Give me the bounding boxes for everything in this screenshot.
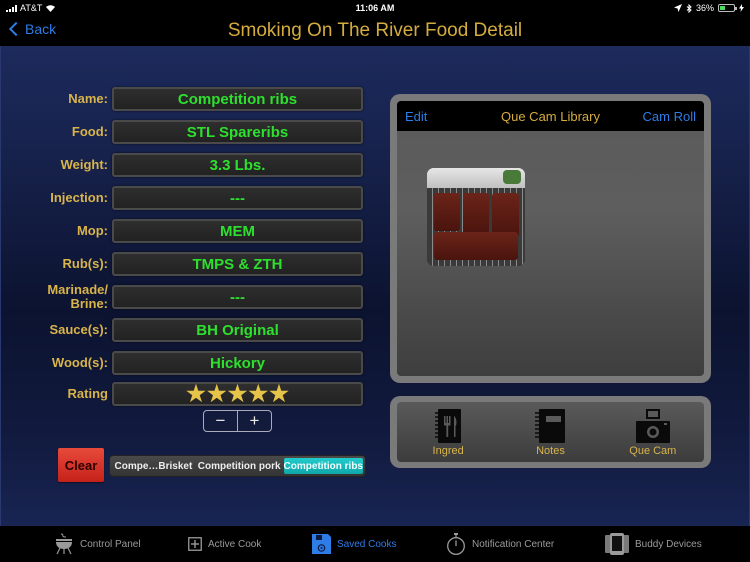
- star-filled-icon: ★: [269, 381, 289, 406]
- star-filled-icon: ★: [206, 381, 227, 406]
- field-row: Sauce(s): BH Original: [1, 318, 371, 342]
- field-value[interactable]: Competition ribs: [112, 87, 363, 111]
- status-time: 11:06 AM: [355, 3, 395, 13]
- rating-stars: ★ ★ ★ ★ ★: [186, 383, 289, 405]
- plus-square-icon: [188, 537, 202, 551]
- bluetooth-icon: [686, 3, 692, 13]
- que-cam-label: Que Cam: [629, 444, 677, 457]
- star-filled-icon: ★: [227, 381, 248, 406]
- clear-button[interactable]: Clear: [58, 448, 104, 482]
- tab-label: Notification Center: [472, 538, 555, 550]
- photo-library: Edit Que Cam Library Cam Roll: [397, 101, 704, 376]
- field-value[interactable]: Hickory: [112, 351, 363, 375]
- field-row: Injection: ---: [1, 186, 371, 210]
- tab-notification-center[interactable]: Notification Center: [446, 526, 554, 562]
- library-header: Edit Que Cam Library Cam Roll: [397, 101, 704, 131]
- field-row: Rub(s): TMPS & ZTH: [1, 252, 371, 276]
- que-cam-button[interactable]: Que Cam: [608, 408, 698, 457]
- photo-rib-3: [492, 193, 519, 237]
- segment-competition-pork[interactable]: Competition pork: [197, 458, 282, 474]
- page-title: Smoking On The River Food Detail: [227, 20, 523, 41]
- tab-label: Active Cook: [208, 538, 262, 550]
- tab-active-cook[interactable]: Active Cook: [188, 526, 261, 562]
- field-label: Name:: [68, 91, 108, 106]
- field-label: Injection:: [50, 190, 108, 205]
- devices-icon: [605, 533, 629, 555]
- notebook-icon: [535, 408, 566, 443]
- field-label: Sauce(s):: [49, 322, 108, 337]
- tab-saved-cooks[interactable]: Saved Cooks: [312, 526, 396, 562]
- field-label: Marinade/Brine:: [47, 282, 108, 311]
- status-bar: AT&T 11:06 AM 36%: [0, 0, 750, 16]
- battery-icon: [718, 4, 737, 12]
- field-label: Mop:: [76, 223, 108, 238]
- tab-bar: Control Panel Active Cook Saved Cooks No…: [0, 526, 750, 562]
- cam-roll-button[interactable]: Cam Roll: [643, 109, 696, 124]
- ingredients-label: Ingred: [432, 444, 464, 457]
- field-row: Name: Competition ribs: [1, 87, 371, 111]
- field-row: Marinade/Brine: ---: [1, 282, 371, 311]
- field-label: Wood(s):: [51, 355, 108, 370]
- notes-label: Notes: [536, 444, 565, 457]
- charging-icon: [739, 4, 744, 12]
- rating-decrement-button[interactable]: −: [204, 411, 237, 431]
- photo-rib-1: [434, 193, 460, 231]
- navigation-bar: Back Smoking On The River Food Detail: [0, 16, 750, 46]
- field-value[interactable]: BH Original: [112, 318, 363, 342]
- rating-stepper[interactable]: − +: [203, 410, 272, 432]
- star-filled-icon: ★: [186, 381, 206, 406]
- field-row: Food: STL Spareribs: [1, 120, 371, 144]
- field-value[interactable]: ---: [112, 186, 363, 210]
- field-label: Rub(s):: [62, 256, 109, 271]
- field-row: Weight: 3.3 Lbs.: [1, 153, 371, 177]
- que-cam-library-panel: Edit Que Cam Library Cam Roll: [390, 94, 711, 383]
- field-value[interactable]: ---: [112, 285, 363, 309]
- grill-icon: [56, 533, 72, 555]
- status-right: 36%: [673, 3, 744, 13]
- photo-foliage: [503, 170, 521, 184]
- floppy-disk-icon: [312, 534, 331, 554]
- battery-percent: 36%: [695, 3, 714, 13]
- rating-label: Rating: [67, 386, 108, 401]
- ingredients-button[interactable]: Ingred: [403, 408, 493, 457]
- photo-rib-4: [434, 232, 518, 260]
- rating-display: ★ ★ ★ ★ ★: [112, 382, 363, 406]
- photo-thumbnail-ribs[interactable]: [427, 168, 525, 266]
- tab-label: Control Panel: [80, 538, 141, 550]
- food-detail-content: Name: Competition ribs Food: STL Spareribs W…: [0, 46, 750, 526]
- location-icon: [673, 4, 682, 12]
- field-row: Wood(s): Hickory: [1, 351, 371, 375]
- field-value[interactable]: 3.3 Lbs.: [112, 153, 363, 177]
- star-filled-icon: ★: [248, 381, 269, 406]
- field-label: Food:: [71, 124, 108, 139]
- tab-buddy-devices[interactable]: Buddy Devices: [605, 526, 702, 562]
- stopwatch-icon: [447, 533, 465, 555]
- field-value[interactable]: TMPS & ZTH: [112, 252, 363, 276]
- photo-rib-2: [463, 193, 489, 235]
- actions-toolbar: Ingred Notes Que Cam: [397, 402, 704, 462]
- camera-icon: [635, 408, 670, 443]
- tab-label: Saved Cooks: [337, 538, 397, 550]
- actions-panel: Ingred Notes Que Cam: [390, 396, 711, 468]
- rating-row: Rating ★ ★ ★ ★ ★: [1, 382, 371, 406]
- field-value[interactable]: MEM: [112, 219, 363, 243]
- rating-increment-button[interactable]: +: [237, 411, 271, 431]
- recipe-book-icon: [435, 408, 462, 443]
- field-value[interactable]: STL Spareribs: [112, 120, 363, 144]
- notes-button[interactable]: Notes: [505, 408, 595, 457]
- segment-competition-brisket[interactable]: Compe…Brisket: [112, 458, 195, 474]
- tab-label: Buddy Devices: [635, 538, 702, 550]
- segment-competition-ribs[interactable]: Competition ribs: [283, 458, 363, 474]
- field-label: Weight:: [60, 157, 108, 172]
- field-row: Mop: MEM: [1, 219, 371, 243]
- tab-control-panel[interactable]: Control Panel: [54, 526, 141, 562]
- saved-cook-selector[interactable]: Compe…Brisket Competition pork Competiti…: [109, 455, 366, 477]
